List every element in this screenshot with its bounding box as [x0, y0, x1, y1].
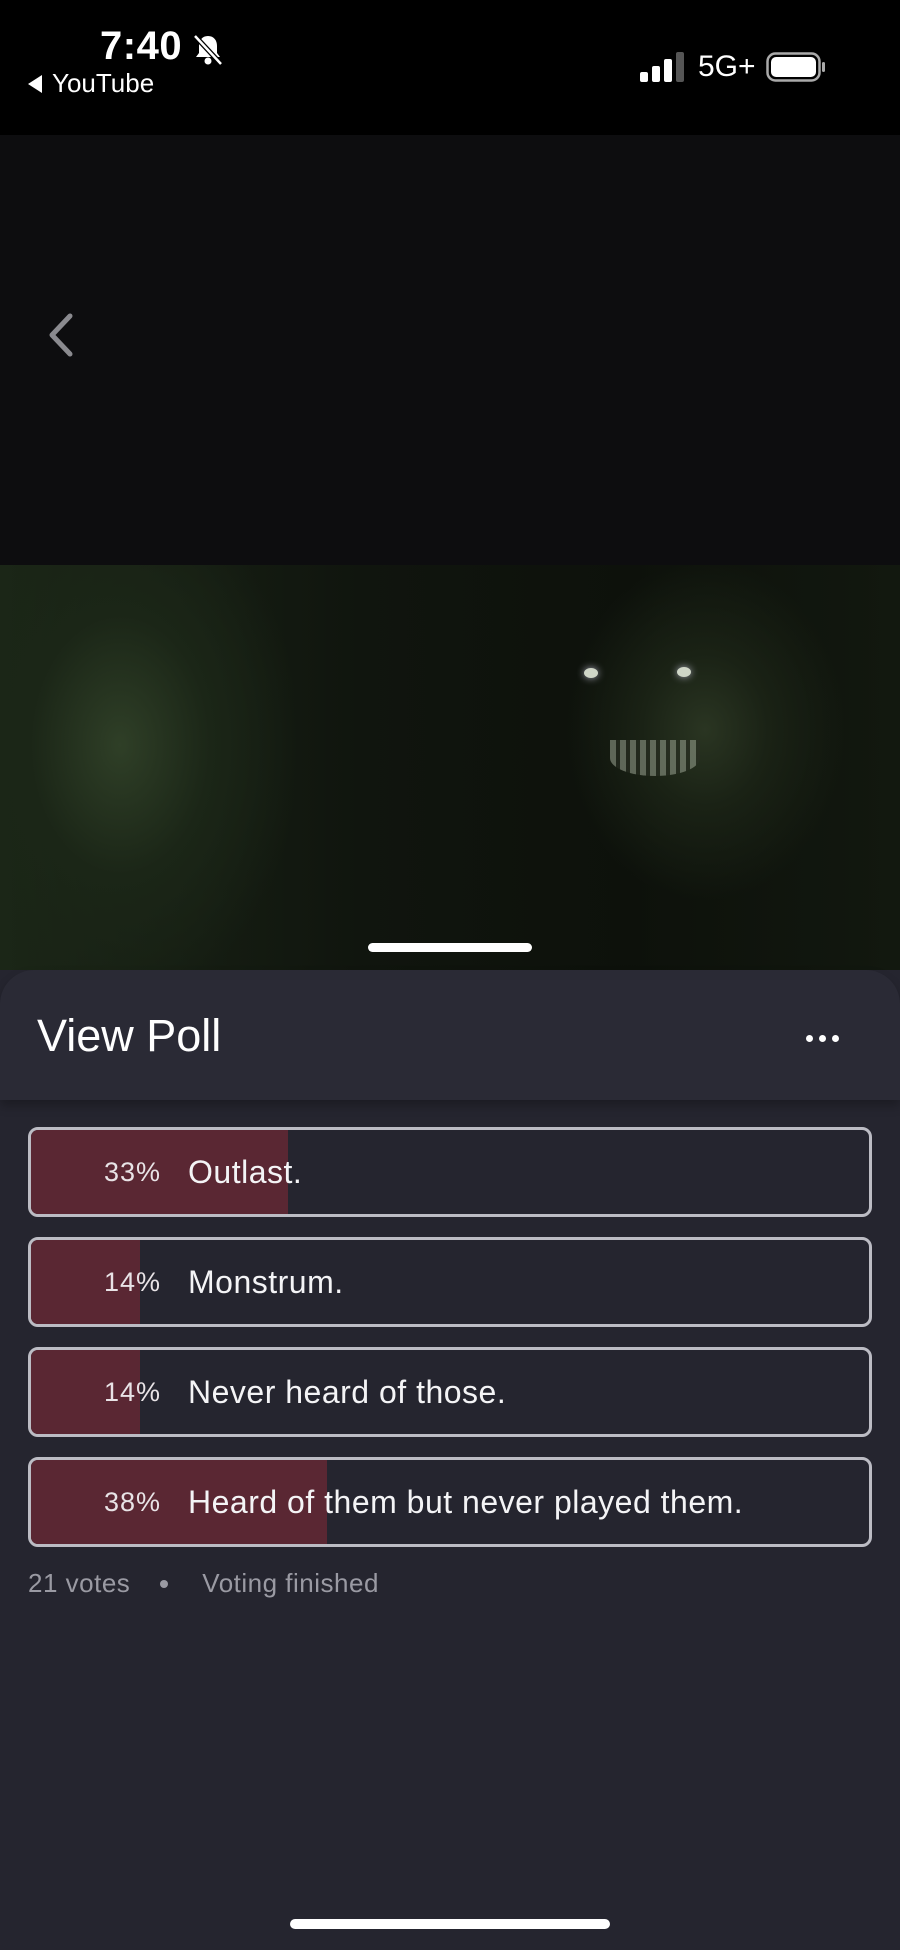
back-app-label: YouTube: [52, 68, 155, 98]
status-time: 7:40: [100, 24, 183, 68]
option-percent: 14%: [103, 1377, 161, 1407]
poll-options: 33% Outlast. 14% Monstrum. 14% Never hea…: [28, 1127, 872, 1567]
chevron-left-icon[interactable]: [42, 310, 82, 360]
more-options-icon[interactable]: [806, 1028, 854, 1048]
option-label: Never heard of those.: [188, 1374, 507, 1410]
poll-option[interactable]: 14% Never heard of those.: [28, 1347, 872, 1437]
home-indicator: [290, 1919, 610, 1929]
status-bar: 7:40 YouTube 5G+: [0, 0, 900, 135]
option-label: Outlast.: [188, 1154, 303, 1190]
poll-footer: 21 votes Voting finished: [28, 1568, 379, 1599]
figure-eye: [584, 668, 598, 678]
poll-sheet: View Poll 33% Outlast. 14% Monstrum. 14%…: [0, 970, 900, 1950]
poll-option[interactable]: 14% Monstrum.: [28, 1237, 872, 1327]
page-title: View Poll: [37, 1010, 222, 1061]
separator-dot: [160, 1579, 169, 1588]
back-to-app-button[interactable]: YouTube: [28, 68, 154, 99]
poll-status: Voting finished: [202, 1568, 379, 1598]
option-percent: 14%: [103, 1267, 161, 1297]
signal-icon: [640, 52, 684, 82]
network-type: 5G+: [698, 50, 756, 83]
sheet-drag-handle[interactable]: [368, 943, 532, 952]
option-label: Monstrum.: [188, 1264, 344, 1300]
poll-option[interactable]: 33% Outlast.: [28, 1127, 872, 1217]
option-percent: 38%: [103, 1487, 161, 1517]
back-triangle-icon: [28, 74, 42, 93]
video-frame-image: [0, 565, 900, 970]
option-percent: 33%: [103, 1157, 161, 1187]
battery-icon: [766, 52, 825, 82]
bell-slash-icon: [193, 34, 223, 66]
option-label: Heard of them but never played them.: [188, 1484, 744, 1520]
video-background: [0, 135, 900, 970]
vote-count: 21 votes: [28, 1568, 131, 1598]
figure-eye: [677, 667, 691, 677]
poll-option[interactable]: 38% Heard of them but never played them.: [28, 1457, 872, 1547]
sheet-header: View Poll: [0, 970, 900, 1100]
figure-mouth: [610, 740, 700, 776]
